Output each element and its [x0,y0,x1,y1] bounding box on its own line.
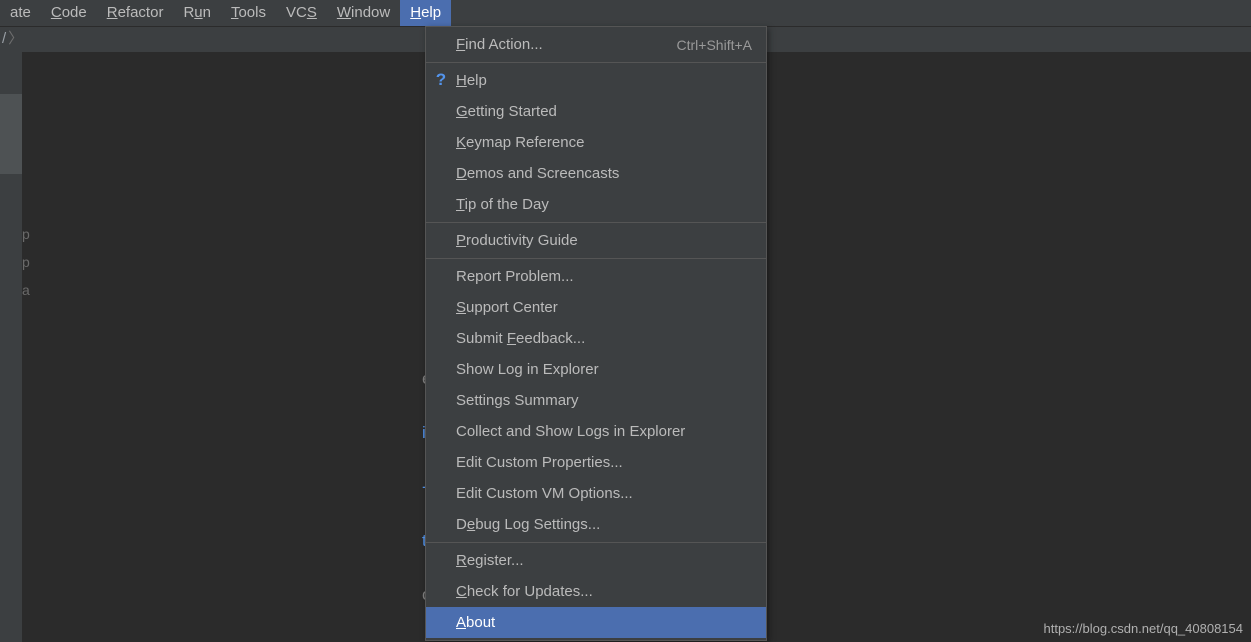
menu-item-debug-log-settings[interactable]: Debug Log Settings... [426,509,766,540]
watermark: https://blog.csdn.net/qq_40808154 [1044,621,1244,636]
menubar-item-window[interactable]: Window [327,0,400,26]
menu-item-report-problem[interactable]: Report Problem... [426,261,766,292]
menu-separator [426,62,766,63]
menu-item-shortcut: Ctrl+Shift+A [677,37,752,53]
menu-item-edit-custom-properties[interactable]: Edit Custom Properties... [426,447,766,478]
menu-item-collect-and-show-logs-in-explorer[interactable]: Collect and Show Logs in Explorer [426,416,766,447]
menu-item-label: Productivity Guide [456,232,752,249]
menu-item-productivity-guide[interactable]: Productivity Guide [426,225,766,256]
help-menu-dropdown: Find Action...Ctrl+Shift+A? Help Getting S… [425,26,767,641]
gutter-char: a [22,276,34,304]
menu-separator [426,258,766,259]
gutter: ppa [22,220,34,304]
menu-item-tip-of-the-day[interactable]: Tip of the Day [426,189,766,220]
menu-item-label: Find Action... [456,36,677,53]
menu-item-label: Show Log in Explorer [456,361,752,378]
menu-item-label: Edit Custom Properties... [456,454,752,471]
menu-item-about[interactable]: About [426,607,766,638]
menu-item-show-log-in-explorer[interactable]: Show Log in Explorer [426,354,766,385]
menu-separator [426,542,766,543]
menubar-item-help[interactable]: Help [400,0,451,26]
breadcrumb-text: / [2,30,6,47]
question-icon: ? [432,70,450,90]
gutter-char: p [22,220,34,248]
menu-item-demos-and-screencasts[interactable]: Demos and Screencasts [426,158,766,189]
menu-item-label: Keymap Reference [456,134,752,151]
menu-item-label: Help [456,72,752,89]
menu-item-label: Tip of the Day [456,196,752,213]
menu-item-register[interactable]: Register... [426,545,766,576]
menu-item-label: Support Center [456,299,752,316]
menu-item-support-center[interactable]: Support Center [426,292,766,323]
menu-item-label: About [456,614,752,631]
menubar-item-refactor[interactable]: Refactor [97,0,174,26]
menu-item-check-for-updates[interactable]: Check for Updates... [426,576,766,607]
gutter-char: p [22,248,34,276]
menubar-item-tools[interactable]: Tools [221,0,276,26]
menu-item-submit-feedback[interactable]: Submit Feedback... [426,323,766,354]
menu-item-label: Submit Feedback... [456,330,752,347]
menu-separator [426,222,766,223]
menu-item-keymap-reference[interactable]: Keymap Reference [426,127,766,158]
menu-item-help[interactable]: ? Help [426,65,766,96]
menubar: ateCodeRefactorRunToolsVCSWindowHelp [0,0,1251,26]
menu-item-edit-custom-vm-options[interactable]: Edit Custom VM Options... [426,478,766,509]
menu-item-label: Getting Started [456,103,752,120]
menubar-item-ate[interactable]: ate [0,0,41,26]
menu-item-label: Collect and Show Logs in Explorer [456,423,752,440]
menu-item-label: Register... [456,552,752,569]
menu-item-label: Edit Custom VM Options... [456,485,752,502]
menu-item-find-action[interactable]: Find Action...Ctrl+Shift+A [426,29,766,60]
menu-item-settings-summary[interactable]: Settings Summary [426,385,766,416]
chevron-right-icon: 〉 [8,30,23,47]
menu-item-getting-started[interactable]: Getting Started [426,96,766,127]
menu-item-label: Check for Updates... [456,583,752,600]
menubar-item-vcs[interactable]: VCS [276,0,327,26]
menu-item-label: Demos and Screencasts [456,165,752,182]
tool-window-bar-left [0,52,22,642]
menu-item-label: Debug Log Settings... [456,516,752,533]
menu-item-label: Report Problem... [456,268,752,285]
menu-item-label: Settings Summary [456,392,752,409]
menubar-item-run[interactable]: Run [173,0,221,26]
menubar-item-code[interactable]: Code [41,0,97,26]
tool-window-tab[interactable] [0,94,22,174]
